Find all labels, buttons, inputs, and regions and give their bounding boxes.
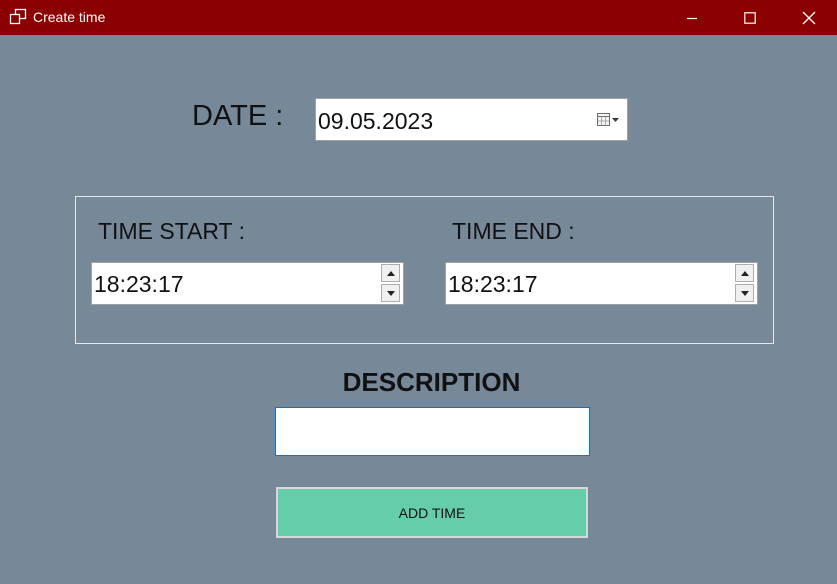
add-time-button[interactable]: ADD TIME bbox=[276, 487, 588, 538]
time-start-label: TIME START : bbox=[98, 218, 245, 244]
time-end-up-button[interactable] bbox=[735, 264, 754, 282]
time-start-spin-buttons bbox=[381, 264, 401, 303]
time-end-picker[interactable]: 18:23:17 bbox=[445, 262, 758, 305]
time-end-value[interactable]: 18:23:17 bbox=[448, 271, 538, 297]
calendar-dropdown-icon[interactable] bbox=[597, 112, 621, 128]
date-label: DATE : bbox=[192, 100, 284, 132]
time-start-value[interactable]: 18:23:17 bbox=[94, 271, 184, 297]
time-end-down-button[interactable] bbox=[735, 284, 754, 302]
maximize-icon bbox=[744, 11, 756, 24]
description-input[interactable] bbox=[275, 407, 590, 456]
arrow-down-icon bbox=[740, 290, 749, 296]
minimize-button[interactable] bbox=[669, 0, 715, 35]
window-title: Create time bbox=[33, 9, 106, 25]
date-value[interactable]: 09.05.2023 bbox=[318, 108, 433, 134]
time-end-label: TIME END : bbox=[452, 218, 575, 244]
time-start-picker[interactable]: 18:23:17 bbox=[91, 262, 404, 305]
minimize-icon bbox=[687, 17, 697, 19]
time-end-spin-buttons bbox=[735, 264, 755, 303]
arrow-up-icon bbox=[386, 270, 395, 276]
description-label: DESCRIPTION bbox=[342, 367, 521, 397]
arrow-up-icon bbox=[740, 270, 749, 276]
time-start-down-button[interactable] bbox=[381, 284, 400, 302]
app-window-icon bbox=[9, 8, 27, 26]
time-start-up-button[interactable] bbox=[381, 264, 400, 282]
close-icon bbox=[802, 11, 816, 24]
date-picker[interactable]: 09.05.2023 bbox=[315, 98, 628, 141]
close-button[interactable] bbox=[786, 0, 832, 35]
title-bar[interactable]: Create time bbox=[0, 0, 837, 35]
maximize-button[interactable] bbox=[727, 0, 773, 35]
arrow-down-icon bbox=[386, 290, 395, 296]
